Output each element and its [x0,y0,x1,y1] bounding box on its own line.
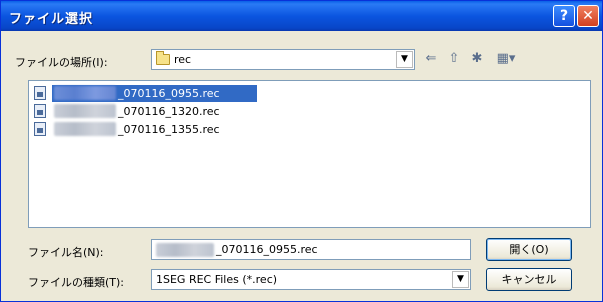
file-name: _070116_1355.rec [118,123,220,136]
chevron-down-icon[interactable]: ▼ [396,51,413,68]
back-icon[interactable]: ⇐ [422,51,440,67]
list-item[interactable]: _070116_1355.rec [34,121,334,138]
cancel-button[interactable]: キャンセル [486,268,572,291]
close-button[interactable]: ✕ [577,5,599,27]
filetype-label: ファイルの種類(T): [28,276,125,289]
list-item[interactable]: _070116_0955.rec [34,85,334,102]
chevron-down-icon[interactable]: ▼ [452,271,469,288]
folder-icon [156,51,170,65]
filename-input[interactable]: _070116_0955.rec [151,239,471,260]
file-select-dialog: ファイル選択 ? ✕ ファイルの場所(I): rec ▼ ⇐ ⇧ ✱ ▦▾ _0… [0,0,603,302]
location-combo[interactable]: rec ▼ [151,49,415,70]
location-label: ファイルの場所(I): [15,56,108,69]
file-name: _070116_1320.rec [118,105,220,118]
location-value: rec [174,53,192,66]
window-title: ファイル選択 [9,12,94,27]
filetype-value: 1SEG REC Files (*.rec) [156,273,278,286]
rec-file-icon [34,104,46,118]
up-folder-icon[interactable]: ⇧ [445,51,463,67]
blurred-filename-prefix [54,86,116,100]
filename-value: _070116_0955.rec [216,243,318,256]
help-button[interactable]: ? [553,5,575,27]
blurred-filename-prefix [156,243,214,257]
blurred-filename-prefix [54,104,116,118]
rec-file-icon [34,86,46,100]
title-bar[interactable]: ファイル選択 ? ✕ [1,1,602,31]
open-button[interactable]: 開く(O) [486,238,572,261]
view-menu-icon[interactable]: ▦▾ [493,51,519,67]
file-name: _070116_0955.rec [118,87,220,100]
list-item[interactable]: _070116_1320.rec [34,103,334,120]
blurred-filename-prefix [54,122,116,136]
file-list[interactable]: _070116_0955.rec _070116_1320.rec _07011… [28,80,591,228]
new-folder-icon[interactable]: ✱ [468,51,486,67]
rec-file-icon [34,122,46,136]
filename-label: ファイル名(N): [28,246,104,259]
filetype-combo[interactable]: 1SEG REC Files (*.rec) ▼ [151,269,471,290]
